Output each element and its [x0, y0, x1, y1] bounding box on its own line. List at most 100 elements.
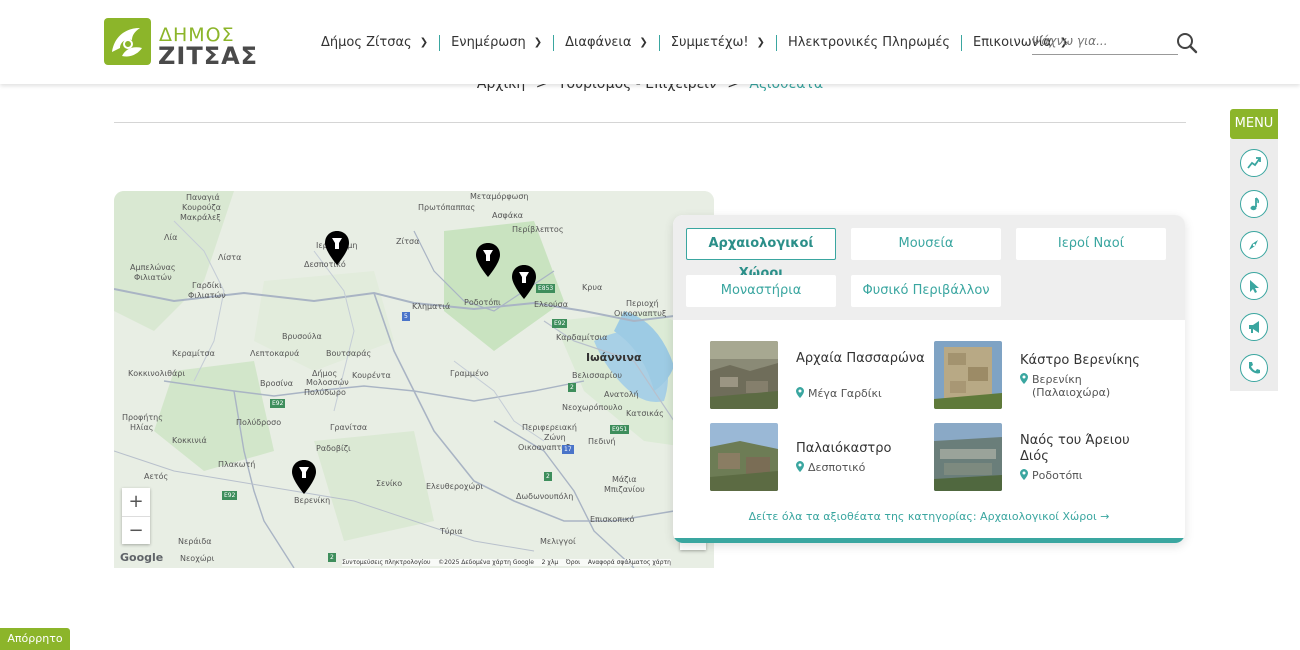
map-label: Περίβλεπτος: [512, 225, 564, 234]
attraction-title: Κάστρο Βερενίκης: [1020, 353, 1140, 368]
search-button[interactable]: [1176, 32, 1198, 54]
nav-item-label: Ενημέρωση: [451, 35, 526, 50]
tab-museums[interactable]: Μουσεία: [851, 228, 1001, 260]
attraction-thumbnail: [934, 423, 1002, 491]
map-label: Σενίκο: [376, 479, 403, 488]
map-terms-link[interactable]: Όροι: [566, 559, 580, 566]
side-menu-button[interactable]: MENU: [1230, 109, 1278, 139]
attraction-location: Δεσποτικό: [796, 461, 916, 474]
road-badge: 17: [562, 445, 574, 454]
map-label: Ηλίας: [130, 423, 154, 432]
road-badge: 2: [328, 553, 336, 562]
location-pin-icon: [796, 461, 804, 472]
megaphone-icon[interactable]: [1240, 313, 1268, 341]
search-input[interactable]: [1032, 30, 1172, 52]
map-label: Προφήτης: [122, 413, 163, 422]
location-pin-icon: [1020, 469, 1028, 480]
map-label: Ελεούσα: [534, 300, 568, 309]
nav-item-symmetexo[interactable]: Συμμετέχω! ❯: [658, 35, 776, 51]
attraction-location: Ροδοτόπι: [1020, 469, 1140, 482]
google-logo: Google: [120, 551, 164, 564]
map-label: Αετός: [144, 472, 169, 481]
tab-monasteries[interactable]: Μοναστήρια: [686, 275, 836, 307]
road-badge: 2: [544, 472, 552, 481]
map-label: Νεοχώρι: [180, 554, 215, 563]
map-label: Μολοσσών: [306, 378, 349, 387]
music-note-icon[interactable]: [1240, 190, 1268, 218]
nav-item-dimos[interactable]: Δήμος Ζίτσας ❯: [310, 35, 439, 51]
map-label: Βερενίκη: [294, 496, 331, 505]
map-shortcuts-link[interactable]: Συντομεύσεις πληκτρολογίου: [342, 559, 430, 566]
map-label: Κουρούζα: [182, 203, 221, 212]
nav-item-label: Συμμετέχω!: [670, 35, 749, 50]
map-label: Λεπτοκαρυά: [250, 349, 300, 358]
map-marker-icon[interactable]: [512, 265, 536, 299]
attraction-item[interactable]: Κάστρο Βερενίκης Βερενίκη (Παλαιοχώρα): [934, 341, 1154, 411]
site-header: ΔΗΜΟΣ ΖΙΤΣΑΣ Δήμος Ζίτσας ❯ Ενημέρωση ❯ Δι…: [0, 0, 1300, 84]
road-badge: E92: [270, 399, 286, 408]
map-label: Μακράλεξ: [180, 213, 221, 222]
map-label: Πολύδροσο: [236, 418, 282, 427]
chevron-down-icon: ❯: [533, 37, 543, 48]
map-label: Ζώνη: [544, 433, 566, 442]
phone-icon[interactable]: [1240, 354, 1268, 382]
map-label: Οικοαναπτυξ: [614, 309, 667, 318]
map-label: Κρυα: [582, 283, 603, 292]
site-logo[interactable]: ΔΗΜΟΣ ΖΙΤΣΑΣ: [104, 18, 257, 70]
map-label: Φιλιατών: [134, 273, 172, 282]
chevron-down-icon: ❯: [639, 37, 648, 48]
map-label: Δήμος: [312, 369, 338, 378]
tab-archaeological[interactable]: Αρχαιολογικοί Χώροι: [686, 228, 836, 281]
map-marker-icon[interactable]: [292, 460, 316, 494]
attraction-item[interactable]: Παλαιόκαστρο Δεσποτικό: [710, 423, 930, 493]
map-label: Κληματιά: [412, 302, 451, 311]
map-label: Ροδοτόπι: [464, 298, 501, 307]
map-label: Βουτσαράς: [326, 349, 372, 358]
attraction-location-text: Δεσποτικό: [808, 461, 866, 474]
chevron-down-icon: ❯: [756, 37, 765, 48]
map-label: Ζίτσα: [396, 237, 420, 246]
tab-churches[interactable]: Ιεροί Ναοί: [1016, 228, 1166, 260]
cursor-icon[interactable]: [1240, 272, 1268, 300]
map-marker-icon[interactable]: [325, 231, 349, 265]
privacy-button[interactable]: Απόρρητο: [0, 628, 70, 650]
logo-line2: ΖΙΤΣΑΣ: [158, 42, 259, 70]
map-label: Καρδαμίτσια: [556, 333, 608, 342]
map-marker-icon[interactable]: [476, 243, 500, 277]
nav-item-diafaneia[interactable]: Διαφάνεια ❯: [553, 35, 659, 51]
map-label: Πλακωτή: [218, 460, 256, 469]
map-label-city: Ιωάννινα: [586, 351, 642, 364]
map-label: Μπιζανίου: [604, 485, 645, 494]
map-label: Αμπελώνας: [130, 263, 176, 272]
map-label: Περιφερειακή: [522, 423, 577, 432]
attraction-title: Παλαιόκαστρο: [796, 441, 892, 456]
attraction-item[interactable]: Ναός του Άρειου Διός Ροδοτόπι: [934, 423, 1154, 493]
nav-item-enimerosi[interactable]: Ενημέρωση ❯: [439, 35, 553, 51]
attractions-panel: Αρχαιολογικοί Χώροι Μουσεία Ιεροί Ναοί Μ…: [673, 215, 1185, 543]
map-label: Γραμμένο: [450, 369, 489, 378]
map-label: Νεράιδα: [178, 537, 212, 546]
map-report-link[interactable]: Αναφορά σφάλματος χάρτη: [588, 559, 671, 566]
map-label: Ραδοβίζι: [316, 444, 351, 453]
tab-nature[interactable]: Φυσικό Περιβάλλον: [851, 275, 1001, 307]
zoom-in-button[interactable]: +: [122, 488, 150, 517]
map-label: Κοκκινιά: [172, 436, 207, 445]
road-badge: E92: [552, 319, 568, 328]
map-label: Μεταμόρφωση: [470, 192, 529, 201]
map-footer: Συντομεύσεις πληκτρολογίου ©2025 Δεδομέν…: [342, 559, 671, 566]
map-label: Κουρέντα: [352, 371, 391, 380]
see-all-link[interactable]: Δείτε όλα τα αξιοθέατα της κατηγορίας: Α…: [673, 510, 1185, 523]
map-label: Πρωτόπαππας: [418, 203, 476, 212]
attractions-map[interactable]: Παναγιά Κουρούζα Μακράλεξ Λία Λίστα Αμπε…: [114, 191, 714, 568]
attraction-location: Βερενίκη (Παλαιοχώρα): [1020, 373, 1140, 399]
map-copyright: ©2025 Δεδομένα χάρτη Google: [438, 559, 534, 566]
zoom-out-button[interactable]: −: [122, 517, 150, 545]
map-label: Βελισσαρίου: [572, 371, 622, 380]
road-badge: E853: [536, 284, 556, 293]
map-terrain: [114, 191, 714, 568]
compass-icon[interactable]: [1240, 231, 1268, 259]
map-label: Φιλιατών: [188, 291, 226, 300]
chart-trend-icon[interactable]: [1240, 149, 1268, 177]
nav-item-pliromes[interactable]: Ηλεκτρονικές Πληρωμές: [775, 35, 961, 51]
attraction-item[interactable]: Αρχαία Πασσαρώνα Μέγα Γαρδίκι: [710, 341, 930, 411]
